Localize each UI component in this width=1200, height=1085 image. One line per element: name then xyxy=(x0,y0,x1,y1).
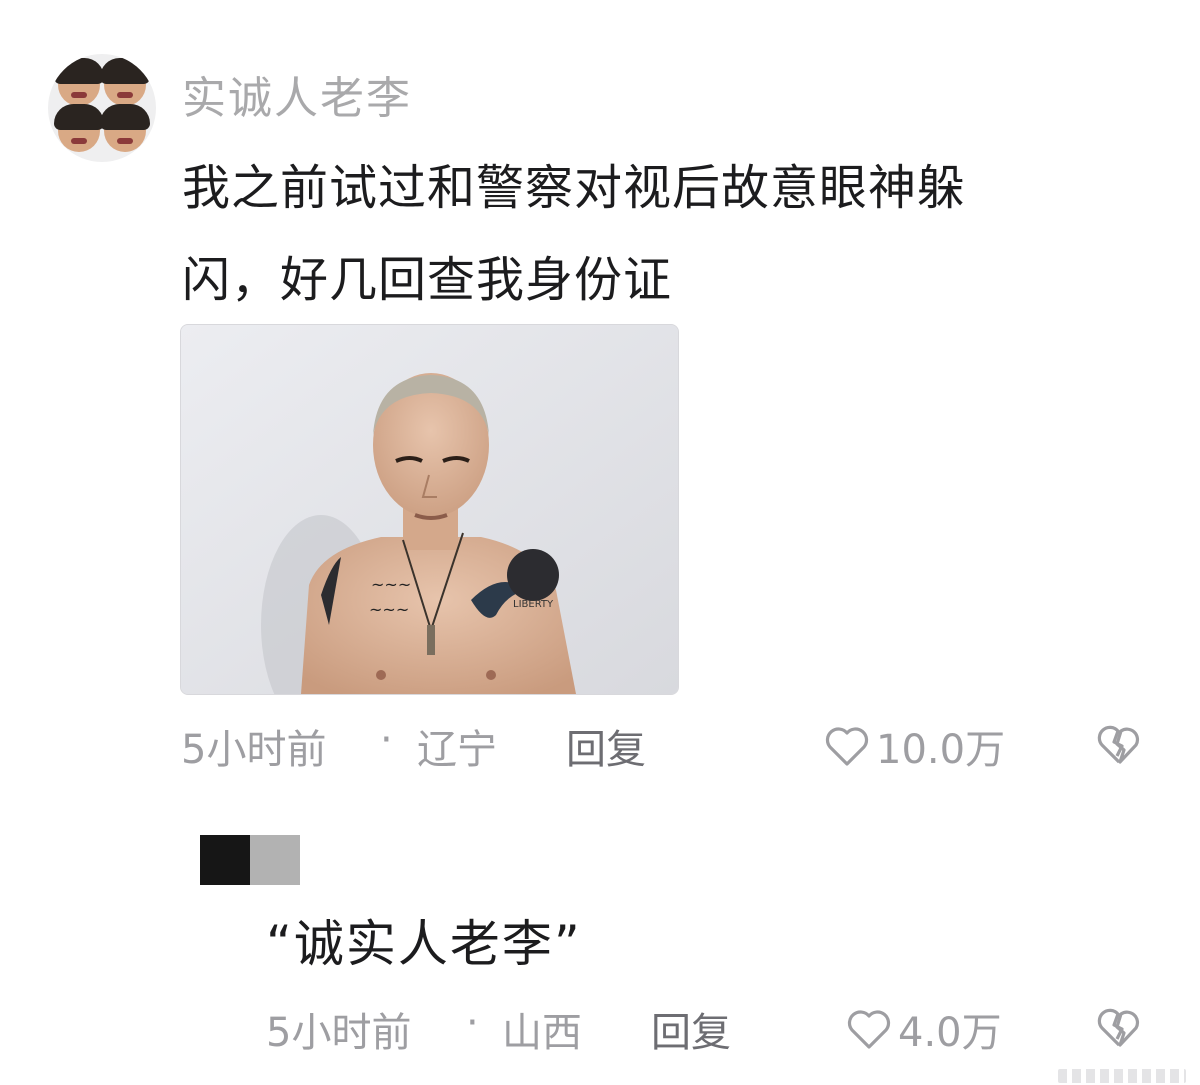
heart-outline-icon xyxy=(847,1010,891,1049)
photo-illustration: ~~~ ~~~ LIBERTY xyxy=(181,325,678,694)
watermark xyxy=(1058,1069,1186,1083)
reply-like-button[interactable]: 4.0万 xyxy=(846,1000,1002,1058)
svg-text:~~~: ~~~ xyxy=(369,600,409,619)
dislike-button[interactable] xyxy=(1096,722,1142,770)
reply-meta-separator: · xyxy=(466,1000,479,1046)
broken-heart-icon xyxy=(1097,725,1140,764)
comment-text-line-2: 闪，好几回查我身份证 xyxy=(182,252,673,308)
comment-time: 5小时前 xyxy=(181,727,327,773)
broken-heart-icon xyxy=(1097,1008,1140,1047)
reply-text: “诚实人老李” xyxy=(266,915,582,973)
comment-location: 辽宁 xyxy=(417,727,497,773)
svg-text:~~~: ~~~ xyxy=(371,575,411,594)
meta-separator: · xyxy=(380,717,393,763)
reply-dislike-button[interactable] xyxy=(1096,1005,1142,1053)
tattoo-text: LIBERTY xyxy=(513,599,554,610)
avatar-face-4 xyxy=(100,104,150,152)
avatar-face-1 xyxy=(54,58,104,106)
reply-button[interactable]: 回复 xyxy=(566,717,646,775)
reply-reply-button[interactable]: 回复 xyxy=(651,1000,731,1058)
redacted-avatar-gray xyxy=(250,835,300,885)
heart-outline-icon xyxy=(825,727,869,766)
avatar-face-2 xyxy=(100,58,150,106)
reply-time: 5小时前 xyxy=(266,1010,412,1056)
username[interactable]: 实诚人老李 xyxy=(182,62,412,126)
avatar[interactable] xyxy=(48,54,156,162)
like-button[interactable]: 10.0万 xyxy=(824,717,1005,775)
comment-text-line-1: 我之前试过和警察对视后故意眼神躲 xyxy=(182,160,967,216)
comment-text: 我之前试过和警察对视后故意眼神躲 闪，好几回查我身份证 xyxy=(182,142,1142,326)
reply-location: 山西 xyxy=(502,1010,582,1056)
reply-like-count: 4.0万 xyxy=(898,1010,1002,1056)
comment-photo[interactable]: ~~~ ~~~ LIBERTY xyxy=(180,324,679,695)
like-count: 10.0万 xyxy=(876,727,1006,773)
redacted-avatar-black xyxy=(200,835,250,885)
avatar-face-3 xyxy=(54,104,104,152)
